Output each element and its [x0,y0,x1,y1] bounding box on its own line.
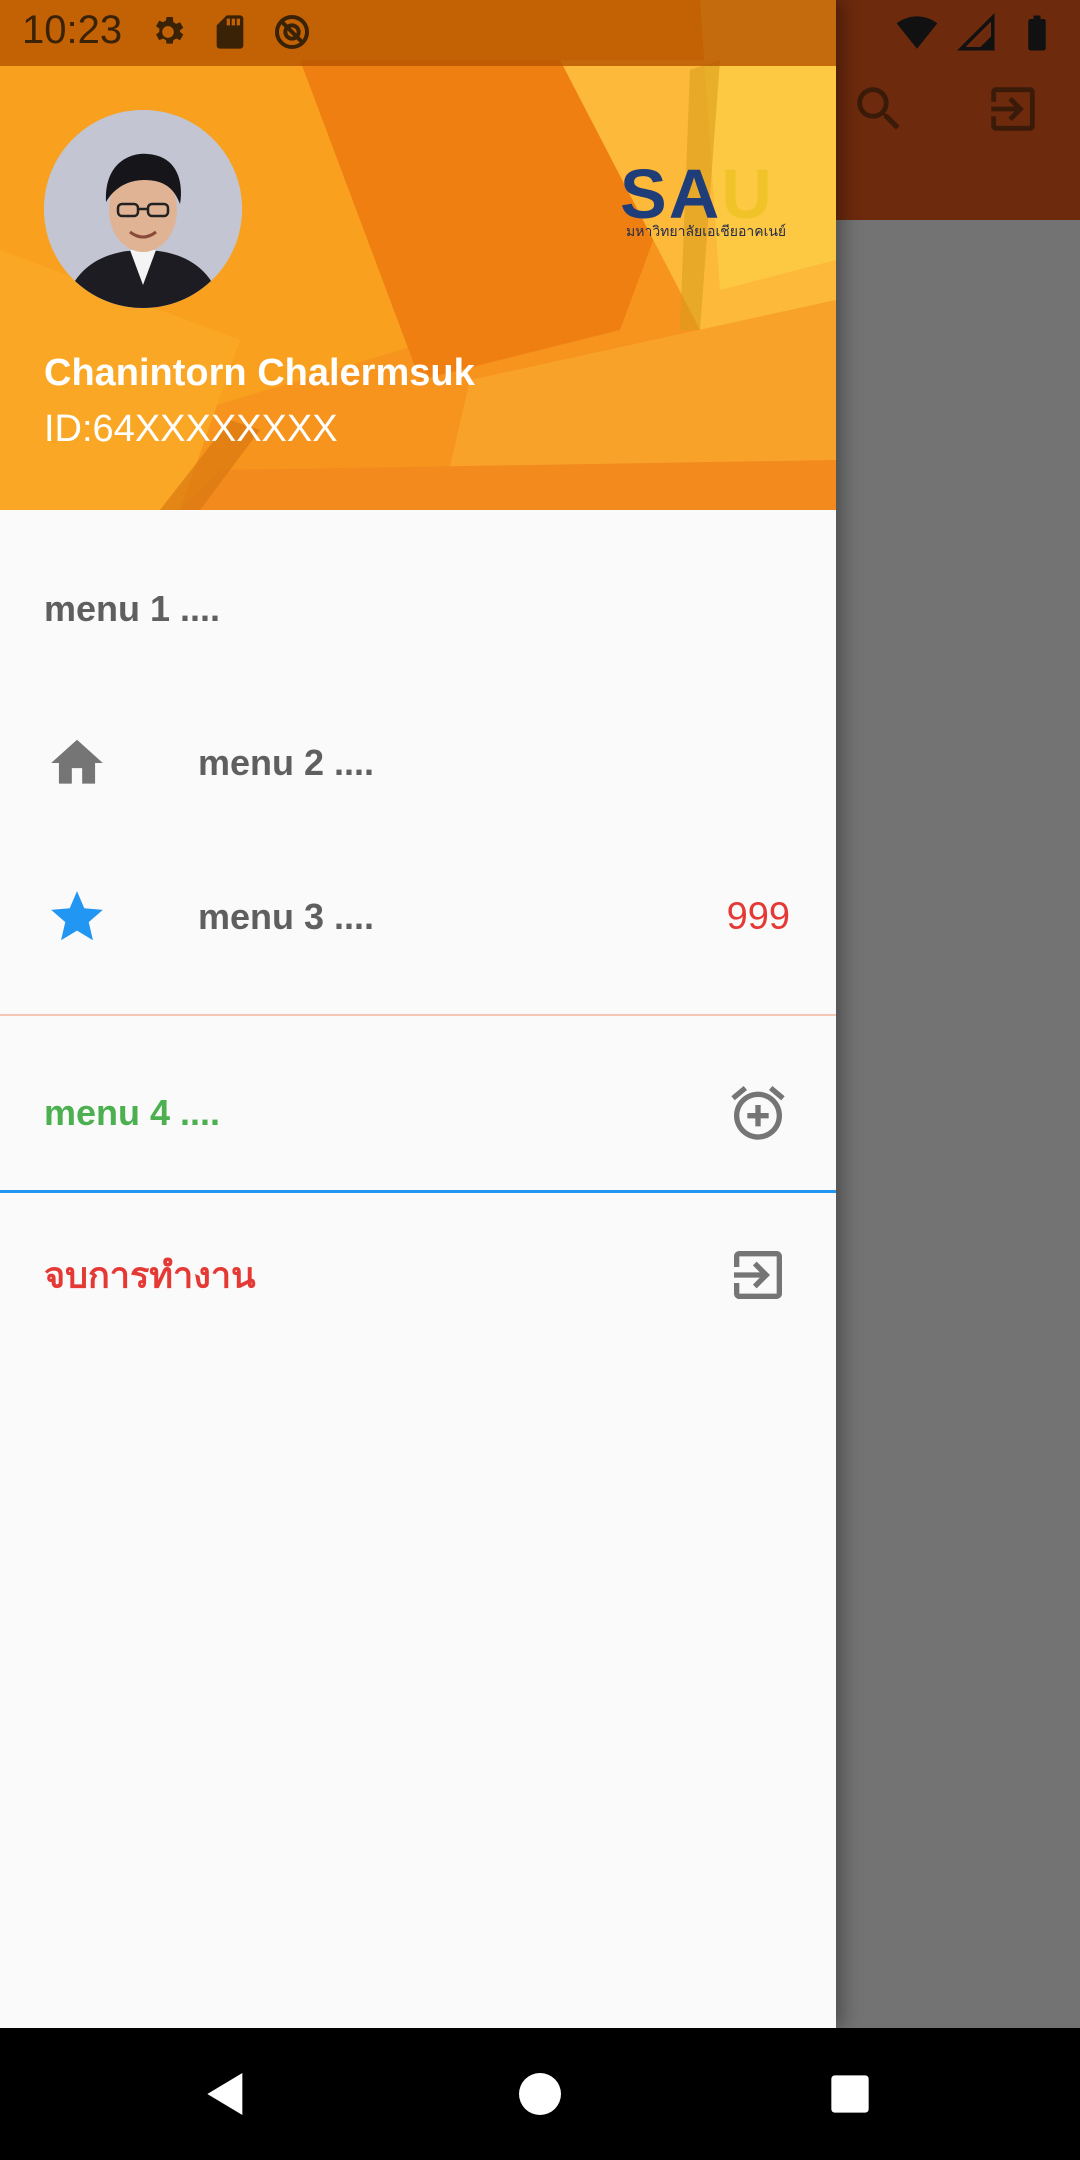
back-icon [207,2073,243,2115]
system-nav-bar [0,2028,1080,2160]
logo-subtitle: มหาวิทยาลัยเอเชียอาคเนย์ [626,223,787,239]
alarm-add-icon [726,1081,790,1145]
gear-icon [156,17,184,44]
exit-to-app-icon [991,87,1035,131]
menu-item-logout[interactable]: จบการทำงาน [0,1198,836,1352]
sd-card-icon [216,15,244,49]
user-id: ID:64XXXXXXXX [44,408,338,450]
app-bar-actions [812,66,1080,220]
back-button[interactable] [186,2054,266,2134]
university-logo: SAU มหาวิทยาลัยเอเชียอาคเนย์ [620,155,790,245]
menu-item-1[interactable]: menu 1 .... [0,532,836,686]
person-photo [44,110,242,308]
navigation-drawer: SAU มหาวิทยาลัยเอเชียอาคเนย์ Chanintorn … [0,0,836,2028]
menu-item-3-badge: 999 [726,895,790,938]
menu-item-3-label: menu 3 .... [198,896,375,937]
status-time: 10:23 [22,8,123,52]
status-left-icons [148,12,312,52]
home-button[interactable] [500,2054,580,2134]
sync-icon [275,15,309,49]
divider-accent [0,1190,836,1193]
drawer-header: SAU มหาวิทยาลัยเอเชียอาคเนย์ Chanintorn … [0,0,836,510]
recents-icon [831,2075,869,2113]
menu-item-2-label: menu 2 .... [198,742,375,783]
exit-to-app-icon [726,1243,790,1307]
user-avatar[interactable] [44,110,242,308]
menu-item-2[interactable]: menu 2 .... [0,686,836,840]
menu-item-4[interactable]: menu 4 .... [0,1036,836,1190]
home-icon [46,732,108,794]
home-circle-icon [519,2073,561,2115]
signal-icon [957,13,995,51]
wifi-icon [896,16,938,49]
recents-button[interactable] [810,2054,890,2134]
user-name: Chanintorn Chalermsuk [44,352,475,394]
divider [0,1014,836,1016]
logout-button[interactable] [946,66,1080,152]
star-icon [46,886,108,948]
menu-item-1-label: menu 1 .... [44,588,221,629]
menu-item-4-label: menu 4 .... [44,1092,221,1133]
status-right-icons [896,12,1058,54]
menu-item-3[interactable]: menu 3 .... 999 [0,840,836,994]
menu-item-logout-label: จบการทำงาน [44,1254,256,1296]
battery-icon [1028,15,1046,51]
search-icon [857,87,900,130]
status-bar: 10:23 [0,0,1080,66]
